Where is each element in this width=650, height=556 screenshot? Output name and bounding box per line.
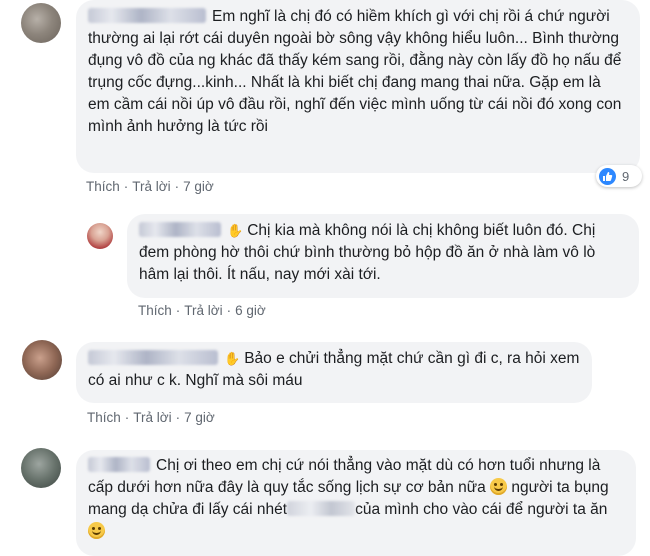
reply-link[interactable]: Trả lời bbox=[184, 303, 222, 318]
comment-bubble: ✋ Chị kia mà không nói là chị không biết … bbox=[127, 214, 639, 298]
blurred-commenter-name[interactable] bbox=[88, 350, 218, 365]
comment-bubble: ✋ Bảo e chửi thẳng mặt chứ cần gì đi c, r… bbox=[76, 342, 592, 403]
commenter-avatar[interactable] bbox=[87, 223, 113, 249]
comment-time[interactable]: 7 giờ bbox=[183, 179, 214, 194]
like-link[interactable]: Thích bbox=[138, 303, 172, 318]
smile-emoji-icon bbox=[88, 522, 105, 539]
blurred-commenter-name[interactable] bbox=[88, 457, 150, 472]
reaction-count-badge[interactable]: 9 bbox=[596, 165, 642, 187]
comment-bubble: Em nghĩ là chị đó có hiềm khích gì với c… bbox=[76, 0, 640, 173]
commenter-avatar[interactable] bbox=[21, 3, 61, 43]
commenter-avatar[interactable] bbox=[21, 448, 61, 488]
like-link[interactable]: Thích bbox=[86, 179, 120, 194]
comment-time[interactable]: 6 giờ bbox=[235, 303, 266, 318]
blurred-commenter-name[interactable] bbox=[139, 222, 221, 237]
blurred-commenter-name[interactable] bbox=[88, 8, 206, 23]
commenter-avatar[interactable] bbox=[22, 340, 62, 380]
comment-text-part-3: của mình cho vào cái để người ta ăn bbox=[355, 501, 608, 518]
comment-time[interactable]: 7 giờ bbox=[184, 410, 215, 425]
reply-link[interactable]: Trả lời bbox=[133, 410, 171, 425]
reply-link[interactable]: Trả lời bbox=[132, 179, 170, 194]
smile-emoji-icon bbox=[490, 478, 508, 495]
waving-hand-icon: ✋ bbox=[227, 223, 244, 238]
thumbs-up-icon bbox=[599, 167, 616, 185]
reaction-count: 9 bbox=[622, 168, 630, 184]
waving-hand-icon: ✋ bbox=[224, 351, 241, 366]
blurred-word bbox=[287, 501, 356, 516]
comment-actions: Thích · Trả lời · 7 giờ bbox=[86, 179, 214, 194]
comment-text: Em nghĩ là chị đó có hiềm khích gì với c… bbox=[88, 8, 622, 135]
like-link[interactable]: Thích bbox=[87, 410, 121, 425]
comment-bubble: Chị ơi theo em chị cứ nói thẳng vào mặt … bbox=[76, 450, 636, 556]
comment-actions: Thích · Trả lời · 7 giờ bbox=[87, 410, 215, 425]
comment-actions: Thích · Trả lời · 6 giờ bbox=[138, 303, 266, 318]
